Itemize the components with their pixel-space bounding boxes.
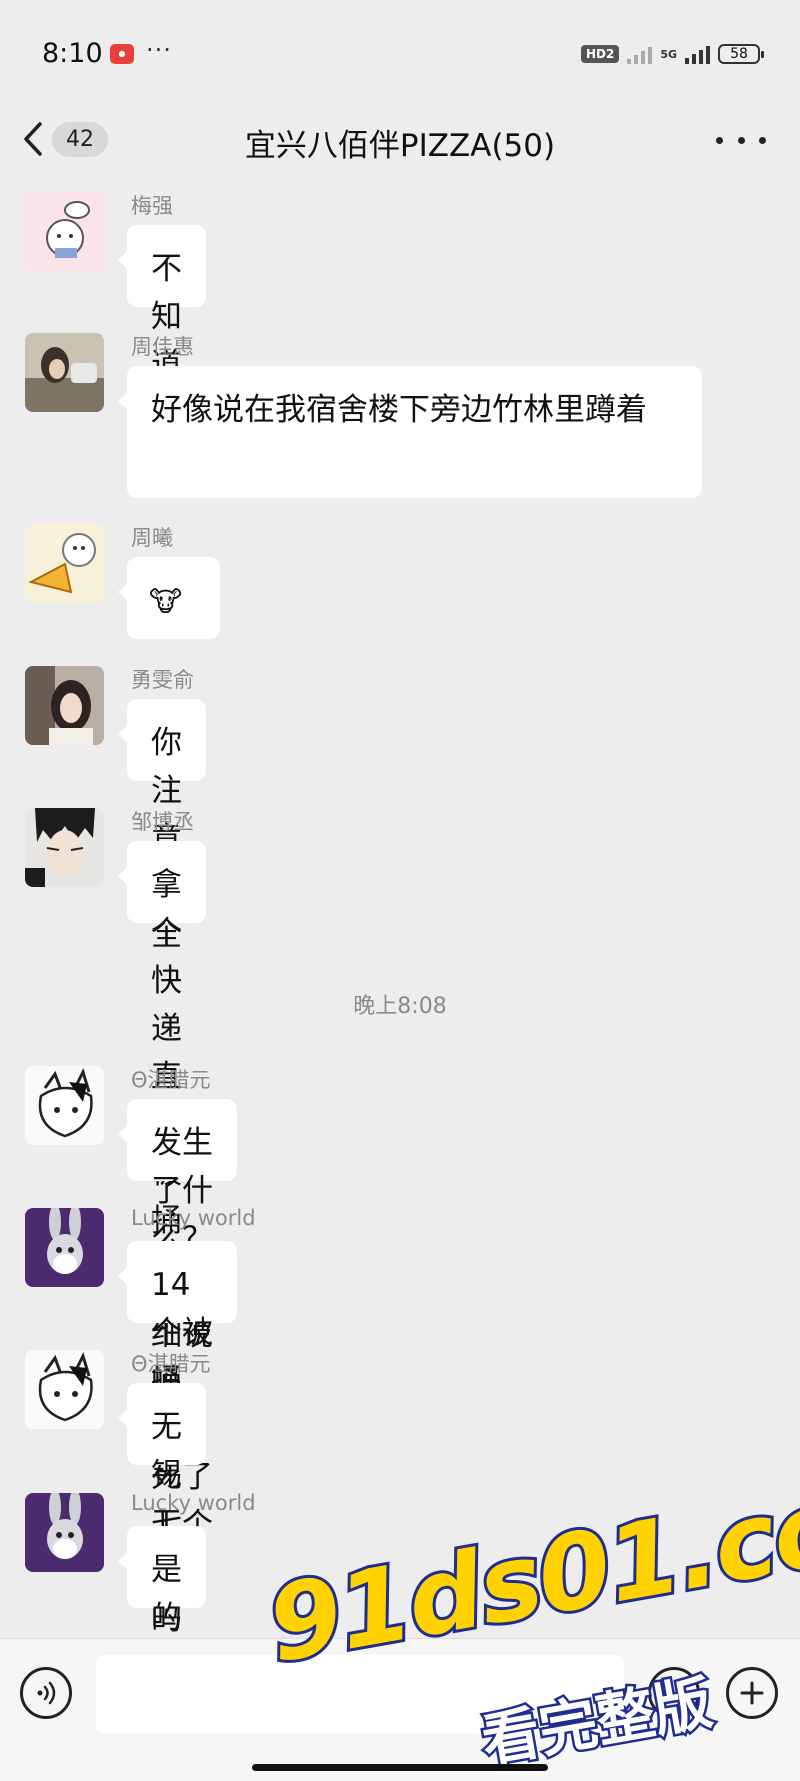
message-text: 好像说在我宿舍楼下旁边竹林里蹲着 <box>151 392 647 428</box>
sender-name: Θ湛腊元 <box>131 1068 211 1092</box>
dot-icon <box>759 136 766 144</box>
message-bubble[interactable]: 好像说在我宿舍楼下旁边竹林里蹲着 <box>118 366 702 498</box>
sender-name: 梅强 <box>131 194 173 218</box>
sender-name: Θ湛腊元 <box>131 1352 211 1376</box>
message-timestamp: 晚上8:08 <box>353 994 447 1019</box>
voice-icon <box>37 1681 56 1705</box>
chat-title: 宜兴八佰伴PIZZA(50) <box>244 128 556 164</box>
message-bubble[interactable]: 你注意安全 <box>118 699 206 953</box>
message-bubble[interactable]: 发生了什么？有人细说吗😩 <box>118 1099 237 1449</box>
dot-icon <box>716 136 723 144</box>
avatar[interactable] <box>25 1208 104 1287</box>
status-bar: 8:10 ● ··· HD2 5G 58 <box>0 0 800 100</box>
message-text: 是的 <box>151 1552 182 1636</box>
avatar[interactable] <box>25 1066 104 1145</box>
more-options-button[interactable] <box>716 120 766 160</box>
signal-weak-icon <box>627 44 653 64</box>
plus-icon <box>740 1681 764 1705</box>
home-indicator[interactable] <box>252 1764 548 1771</box>
message-input[interactable] <box>96 1655 624 1733</box>
emoji-button[interactable] <box>648 1667 700 1719</box>
sender-name: Lucky world <box>131 1206 256 1230</box>
avatar[interactable] <box>25 333 104 412</box>
message-bubble[interactable]: 不知道啊 <box>118 225 206 431</box>
avatar[interactable] <box>25 192 104 271</box>
sender-name: Lucky world <box>131 1491 256 1515</box>
avatar[interactable] <box>25 524 104 603</box>
app-notification-icon: ● <box>110 44 134 64</box>
sender-name: 勇雯俞 <box>131 668 194 692</box>
signal-strong-icon <box>685 44 710 64</box>
sender-name: 周佳惠 <box>131 335 194 359</box>
cow-emoji: 🐮 <box>149 585 183 618</box>
message-bubble[interactable]: 是的 <box>118 1526 206 1636</box>
message-bubble[interactable]: 🐮 <box>118 557 220 639</box>
message-bubble[interactable]: 14 个被捅了，死了七个 <box>118 1241 237 1543</box>
voice-input-button[interactable] <box>20 1667 72 1719</box>
input-bar <box>0 1638 800 1781</box>
more-functions-button[interactable] <box>726 1667 778 1719</box>
battery-icon: 58 <box>718 44 764 64</box>
dot-icon <box>737 136 745 144</box>
more-notifications-icon: ··· <box>146 36 172 64</box>
message-bubble[interactable]: 拿个快递直接被捅死了 <box>118 841 206 1335</box>
network-type-label: 5G <box>660 47 677 61</box>
message-bubble[interactable]: 无锡工艺吗 <box>118 1383 206 1637</box>
hd-voice-badge: HD2 <box>580 45 620 63</box>
avatar[interactable] <box>25 1350 104 1429</box>
smiley-icon <box>665 1687 683 1700</box>
avatar[interactable] <box>25 1493 104 1572</box>
status-time: 8:10 <box>42 38 103 69</box>
sender-name: 邹博丞 <box>131 810 194 834</box>
chat-header: 42 宜兴八佰伴PIZZA(50) <box>0 100 800 180</box>
sender-name: 周曦 <box>131 526 173 550</box>
avatar[interactable] <box>25 666 104 745</box>
status-indicators: HD2 5G 58 <box>580 44 764 64</box>
avatar[interactable] <box>25 808 104 887</box>
